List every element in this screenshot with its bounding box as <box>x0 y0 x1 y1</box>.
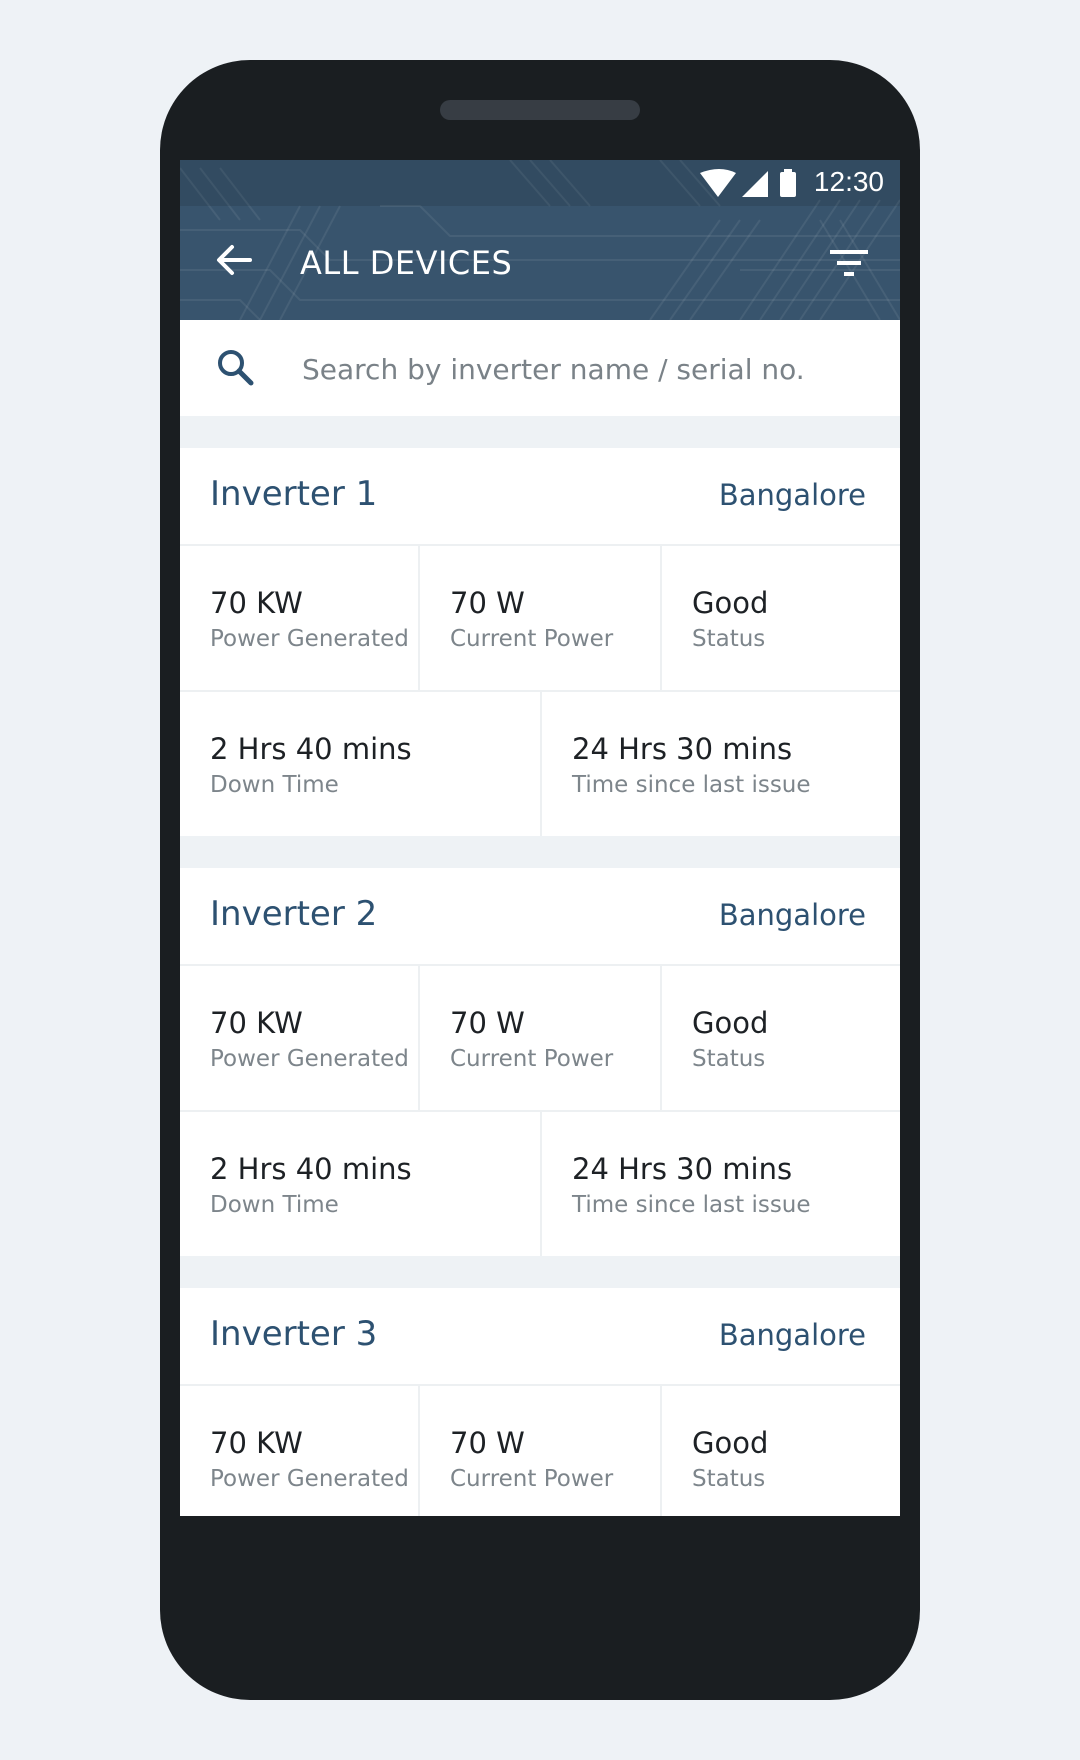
time-since-issue-label: Time since last issue <box>572 772 811 798</box>
status-stat: Good Status <box>662 966 900 1110</box>
filter-icon[interactable] <box>830 248 870 282</box>
status-time: 12:30 <box>813 166 884 197</box>
status-stat: Good Status <box>662 546 900 690</box>
current-power-label: Current Power <box>450 1466 614 1492</box>
down-time-stat: 2 Hrs 40 mins Down Time <box>180 1112 542 1256</box>
status-value: Good <box>692 1006 769 1040</box>
device-stats-row: 70 KW Power Generated 70 W Current Power… <box>180 546 900 692</box>
device-card[interactable]: Inverter 2 Bangalore 70 KW Power Generat… <box>180 868 900 1256</box>
current-power-label: Current Power <box>450 626 614 652</box>
status-stat: Good Status <box>662 1386 900 1516</box>
device-time-row: 2 Hrs 40 mins Down Time 24 Hrs 30 mins T… <box>180 692 900 836</box>
app-bar: 12:30 ALL DEVICES <box>180 160 900 320</box>
status-icons <box>700 169 800 201</box>
search-icon[interactable] <box>216 348 256 392</box>
down-time-label: Down Time <box>210 1192 339 1218</box>
power-generated-value: 70 KW <box>210 586 303 620</box>
device-stats-row: 70 KW Power Generated 70 W Current Power… <box>180 1386 900 1516</box>
back-arrow-icon[interactable] <box>216 242 252 282</box>
power-generated-label: Power Generated <box>210 1466 409 1492</box>
device-stats-row: 70 KW Power Generated 70 W Current Power… <box>180 966 900 1112</box>
app-screen: 12:30 ALL DEVICES Search by inverter nam… <box>180 160 900 1516</box>
time-since-issue-stat: 24 Hrs 30 mins Time since last issue <box>542 692 900 836</box>
down-time-stat: 2 Hrs 40 mins Down Time <box>180 692 542 836</box>
device-card-header: Inverter 3 Bangalore <box>180 1288 900 1386</box>
device-name: Inverter 2 <box>210 894 378 934</box>
time-since-issue-stat: 24 Hrs 30 mins Time since last issue <box>542 1112 900 1256</box>
status-bar: 12:30 <box>180 160 900 206</box>
status-label: Status <box>692 1046 766 1072</box>
device-time-row: 2 Hrs 40 mins Down Time 24 Hrs 30 mins T… <box>180 1112 900 1256</box>
status-label: Status <box>692 1466 766 1492</box>
device-name: Inverter 1 <box>210 474 378 514</box>
current-power-stat: 70 W Current Power <box>420 1386 662 1516</box>
current-power-value: 70 W <box>450 586 525 620</box>
current-power-value: 70 W <box>450 1006 525 1040</box>
power-generated-stat: 70 KW Power Generated <box>180 546 420 690</box>
device-location: Bangalore <box>718 1318 866 1352</box>
current-power-value: 70 W <box>450 1426 525 1460</box>
current-power-stat: 70 W Current Power <box>420 966 662 1110</box>
page-title: ALL DEVICES <box>300 244 513 282</box>
power-generated-value: 70 KW <box>210 1426 303 1460</box>
search-input[interactable] <box>300 344 864 394</box>
search-bar <box>180 320 900 416</box>
down-time-label: Down Time <box>210 772 339 798</box>
device-list: Inverter 1 Bangalore 70 KW Power Generat… <box>180 448 900 1516</box>
power-generated-value: 70 KW <box>210 1006 303 1040</box>
power-generated-stat: 70 KW Power Generated <box>180 966 420 1110</box>
power-generated-label: Power Generated <box>210 626 409 652</box>
down-time-value: 2 Hrs 40 mins <box>210 1152 412 1186</box>
current-power-label: Current Power <box>450 1046 614 1072</box>
power-generated-label: Power Generated <box>210 1046 409 1072</box>
phone-speaker <box>440 100 640 120</box>
device-card-header: Inverter 1 Bangalore <box>180 448 900 546</box>
device-card[interactable]: Inverter 3 Bangalore 70 KW Power Generat… <box>180 1288 900 1516</box>
device-name: Inverter 3 <box>210 1314 378 1354</box>
device-location: Bangalore <box>718 898 866 932</box>
phone-frame: 12:30 ALL DEVICES Search by inverter nam… <box>160 60 920 1700</box>
battery-icon <box>780 172 796 197</box>
status-label: Status <box>692 626 766 652</box>
time-since-issue-label: Time since last issue <box>572 1192 811 1218</box>
power-generated-stat: 70 KW Power Generated <box>180 1386 420 1516</box>
signal-icon <box>742 171 768 197</box>
time-since-issue-value: 24 Hrs 30 mins <box>572 732 793 766</box>
wifi-icon <box>700 169 736 197</box>
time-since-issue-value: 24 Hrs 30 mins <box>572 1152 793 1186</box>
down-time-value: 2 Hrs 40 mins <box>210 732 412 766</box>
status-value: Good <box>692 586 769 620</box>
device-card[interactable]: Inverter 1 Bangalore 70 KW Power Generat… <box>180 448 900 836</box>
device-card-header: Inverter 2 Bangalore <box>180 868 900 966</box>
status-value: Good <box>692 1426 769 1460</box>
device-location: Bangalore <box>718 478 866 512</box>
current-power-stat: 70 W Current Power <box>420 546 662 690</box>
